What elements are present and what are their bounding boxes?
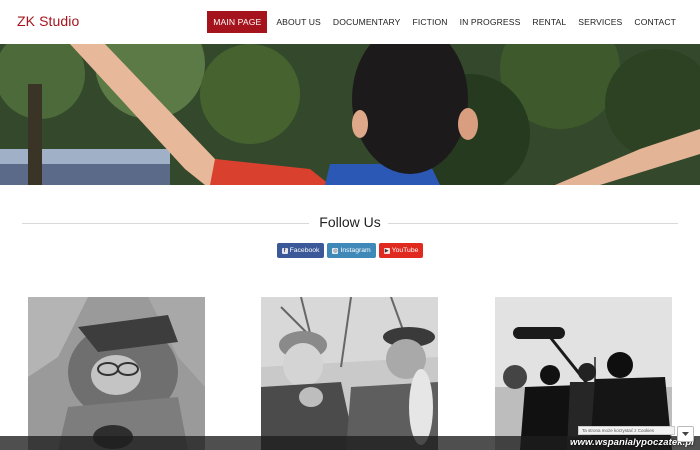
nav-item-services[interactable]: SERVICES	[572, 11, 628, 33]
instagram-label: Instagram	[340, 247, 371, 254]
nav-item-contact[interactable]: CONTACT	[628, 11, 682, 33]
facebook-icon: f	[281, 247, 288, 254]
site-header: ZK Studio MAIN PAGE ABOUT US DOCUMENTARY…	[0, 0, 700, 44]
instagram-icon: ◎	[332, 247, 339, 254]
facebook-label: Facebook	[289, 247, 320, 254]
instagram-button[interactable]: ◎ Instagram	[327, 243, 376, 258]
nav-item-fiction[interactable]: FICTION	[407, 11, 454, 33]
youtube-label: YouTube	[391, 247, 419, 254]
watermark-text: www.wspanialypoczatek.pl	[570, 437, 694, 448]
facebook-button[interactable]: f Facebook	[276, 243, 325, 258]
follow-section: Follow Us	[22, 213, 678, 233]
gallery-item-2[interactable]	[261, 297, 438, 450]
social-buttons: f Facebook ◎ Instagram ▶ YouTube	[0, 243, 700, 258]
cookie-toggle-button[interactable]	[677, 426, 694, 442]
site-logo[interactable]: ZK Studio	[17, 13, 79, 29]
youtube-button[interactable]: ▶ YouTube	[378, 243, 424, 258]
nav-item-about-us[interactable]: ABOUT US	[270, 11, 327, 33]
youtube-icon: ▶	[383, 247, 390, 254]
follow-title: Follow Us	[319, 214, 381, 230]
gallery-item-1[interactable]	[28, 297, 205, 450]
cookie-notice: Ta strona może korzystać z Cookies	[578, 426, 675, 435]
nav-item-in-progress[interactable]: IN PROGRESS	[454, 11, 527, 33]
nav-item-main-page[interactable]: MAIN PAGE	[207, 11, 268, 33]
nav-item-rental[interactable]: RENTAL	[526, 11, 572, 33]
main-nav: MAIN PAGE ABOUT US DOCUMENTARY FICTION I…	[207, 11, 682, 33]
divider-right	[388, 223, 678, 224]
nav-item-documentary[interactable]: DOCUMENTARY	[327, 11, 407, 33]
hero-image	[0, 44, 700, 185]
chevron-down-icon	[682, 432, 689, 436]
